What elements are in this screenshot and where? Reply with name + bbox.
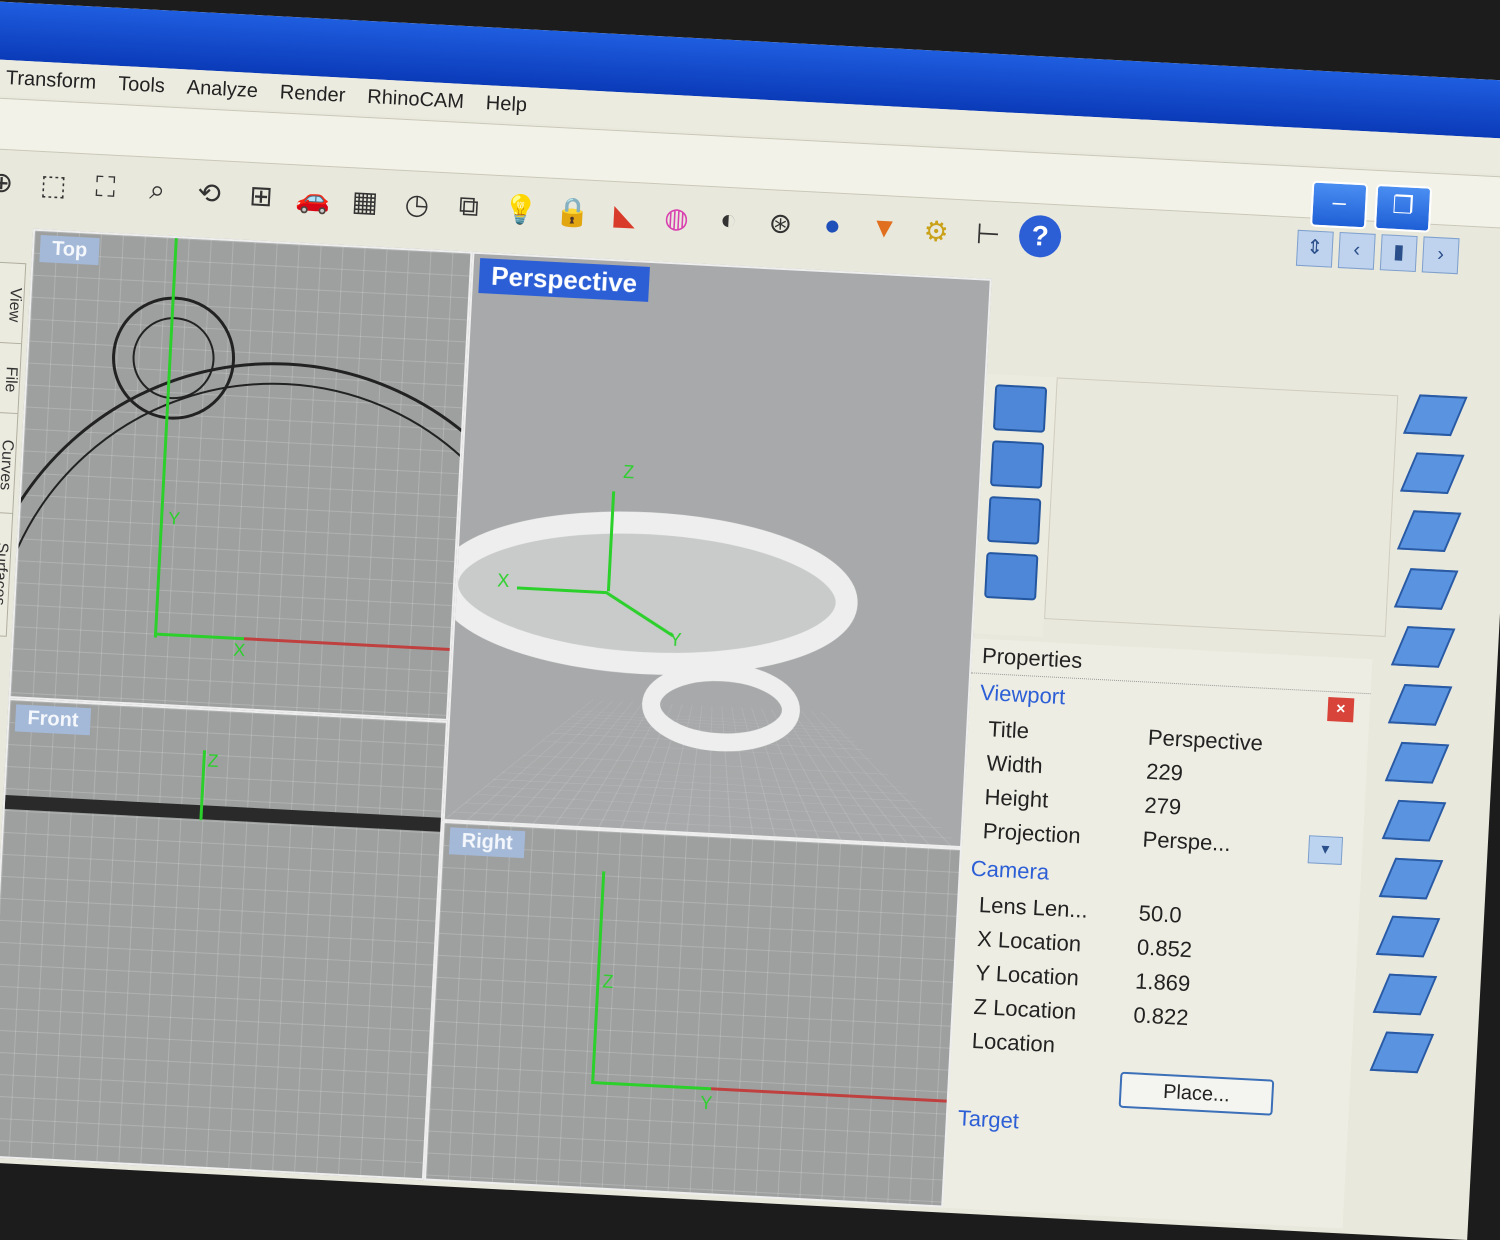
axis-label-x: X: [232, 639, 246, 661]
color-wheel-icon[interactable]: ◍: [655, 195, 699, 239]
menu-tools[interactable]: Tools: [118, 72, 166, 97]
menu-help[interactable]: Help: [485, 92, 527, 117]
surface-tool-9-icon[interactable]: [1378, 857, 1444, 900]
split-horizontal-icon[interactable]: [984, 551, 1039, 601]
car-icon[interactable]: 🚗: [291, 176, 335, 220]
ring-model: [444, 511, 858, 675]
viewport-grid: [425, 822, 960, 1206]
surface-tool-10-icon[interactable]: [1375, 915, 1441, 958]
axis-label-z: Z: [622, 461, 635, 483]
zoom-in-icon[interactable]: ⊕: [0, 160, 24, 204]
sphere-grid-icon[interactable]: ⊛: [758, 201, 802, 245]
empty-panel: [1044, 377, 1399, 637]
rotate-view-icon[interactable]: ⟲: [187, 171, 231, 215]
prop-yloc-label: Y Location: [974, 959, 1080, 991]
scroll-toggle-icon[interactable]: ⇕: [1295, 229, 1334, 268]
menu-analyze[interactable]: Analyze: [186, 76, 258, 103]
menu-rhinocam[interactable]: RhinoCAM: [367, 85, 465, 113]
surface-tool-1-icon[interactable]: [1402, 394, 1468, 437]
axis-label-y: Y: [668, 629, 683, 651]
viewport-label-top[interactable]: Top: [39, 235, 100, 266]
prop-width-label: Width: [985, 750, 1044, 779]
clock-icon[interactable]: ◷: [395, 182, 439, 226]
axis-label-x: X: [496, 570, 510, 592]
axis-label-y: Y: [699, 1092, 713, 1114]
surface-tool-11-icon[interactable]: [1372, 973, 1438, 1016]
rendered-sphere-icon[interactable]: ●: [810, 203, 854, 247]
zoom-window-icon[interactable]: ⬚: [31, 163, 75, 207]
prop-projection-value[interactable]: Perspe...: [1142, 827, 1299, 863]
group-icon[interactable]: ⧉: [447, 184, 491, 228]
axis-label-z: Z: [207, 750, 220, 772]
viewport-label-front[interactable]: Front: [14, 704, 92, 736]
prop-projection-label: Projection: [982, 818, 1082, 849]
prop-title-label: Title: [987, 716, 1030, 744]
dimension-icon[interactable]: ⊢: [966, 212, 1010, 256]
viewport-front[interactable]: Z Front: [0, 697, 448, 1181]
scroll-left-icon[interactable]: ‹: [1337, 232, 1376, 270]
loop-outline-inner: [132, 317, 215, 400]
prop-height-label: Height: [984, 784, 1049, 813]
screen: Transform Tools Analyze Render RhinoCAM …: [0, 0, 1500, 1240]
surface-tool-6-icon[interactable]: [1387, 684, 1453, 726]
close-icon[interactable]: ×: [1327, 697, 1355, 723]
scroll-right-icon[interactable]: ›: [1421, 236, 1460, 275]
scroll-middle-icon[interactable]: ▮: [1379, 234, 1418, 273]
prop-location-label: Location: [971, 1027, 1056, 1058]
help-icon[interactable]: ?: [1018, 214, 1063, 259]
toolbar-navigation: ⇕ ‹ ▮ ›: [1295, 229, 1460, 275]
axis-label-y: Y: [167, 508, 181, 529]
tab-file[interactable]: File: [0, 341, 23, 418]
tab-view[interactable]: View: [0, 261, 27, 348]
split-vertical-icon[interactable]: [987, 496, 1042, 545]
chevron-down-icon[interactable]: ▾: [1307, 835, 1344, 865]
viewport-top[interactable]: Y X Top: [8, 228, 473, 722]
surface-tool-8-icon[interactable]: [1381, 799, 1447, 842]
lightbulb-icon[interactable]: 💡: [499, 187, 543, 231]
restore-button[interactable]: ❐: [1373, 183, 1433, 233]
tab-surfaces[interactable]: Surfaces: [0, 511, 14, 637]
prop-zloc-label: Z Location: [973, 993, 1077, 1025]
viewport-right[interactable]: Z Y Right: [423, 820, 962, 1208]
render-icon[interactable]: ▼: [862, 206, 906, 250]
ring-outline-outer: [10, 362, 473, 722]
cube-view-icon[interactable]: [992, 384, 1048, 433]
tab-curves[interactable]: Curves: [0, 411, 19, 517]
viewport-grid: [0, 700, 446, 1179]
perspective-drawing: [444, 511, 858, 752]
menu-transform[interactable]: Transform: [5, 67, 96, 95]
axis-label-z: Z: [601, 971, 615, 993]
menu-render[interactable]: Render: [279, 81, 346, 107]
surface-tool-2-icon[interactable]: [1399, 452, 1465, 495]
shaded-surface-icon[interactable]: ◣: [603, 192, 647, 236]
surface-tool-4-icon[interactable]: [1393, 568, 1459, 610]
ring-outline-inner: [10, 382, 473, 722]
surface-tool-12-icon[interactable]: [1369, 1031, 1435, 1074]
lock-icon[interactable]: 🔒: [551, 190, 595, 234]
grid-icon[interactable]: ▦: [343, 179, 387, 223]
viewport-perspective[interactable]: Z X Y Perspective: [442, 251, 992, 849]
sphere-wireframe-icon[interactable]: ◐: [706, 198, 750, 242]
zoom-extents-icon[interactable]: ⛶: [83, 165, 127, 209]
four-viewports-icon[interactable]: ⊞: [239, 173, 283, 217]
surface-tool-3-icon[interactable]: [1396, 510, 1462, 552]
window-controls: – ❐: [1309, 180, 1433, 233]
loop-model: [642, 663, 800, 752]
zoom-selected-icon[interactable]: ⌕: [135, 168, 179, 212]
single-viewport-icon[interactable]: [989, 440, 1045, 489]
surface-tool-7-icon[interactable]: [1384, 741, 1450, 784]
surface-tool-5-icon[interactable]: [1390, 626, 1456, 668]
viewport-label-right[interactable]: Right: [448, 827, 526, 859]
minimize-button[interactable]: –: [1309, 180, 1369, 230]
prop-xloc-label: X Location: [976, 926, 1082, 957]
prop-lens-label: Lens Len...: [978, 892, 1089, 923]
properties-panel: Properties × Viewport Title Perspective W…: [943, 638, 1373, 1229]
gear-icon[interactable]: ⚙: [914, 209, 958, 253]
